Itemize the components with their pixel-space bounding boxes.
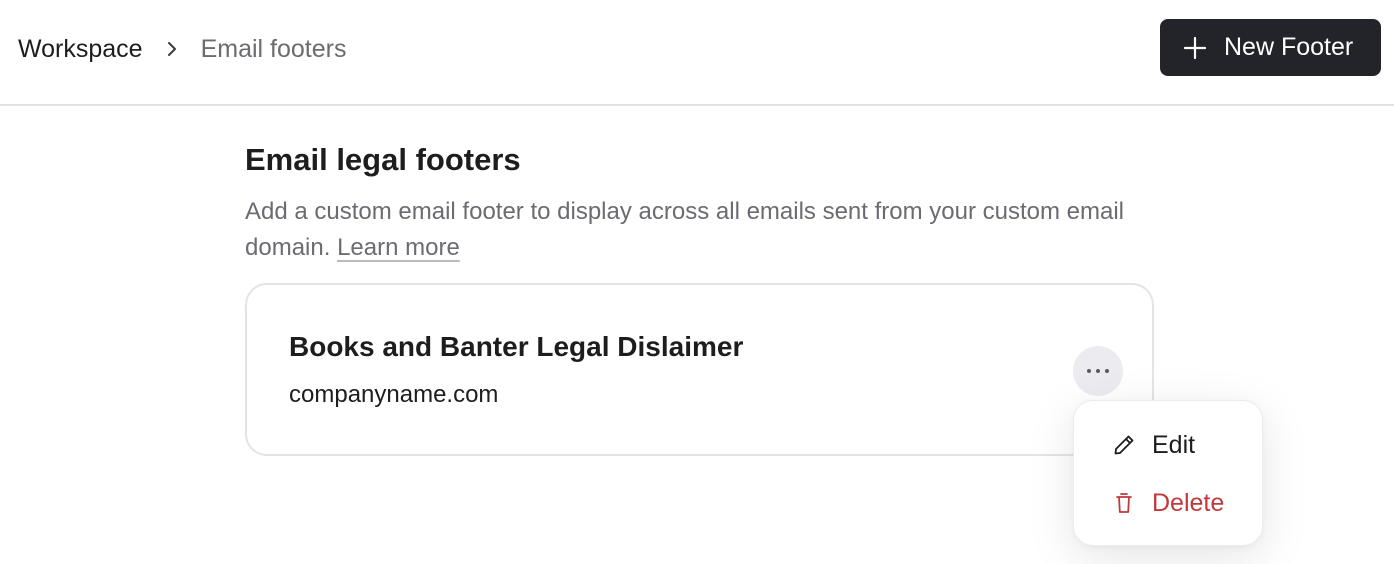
top-bar: Workspace Email footers New Footer [0, 0, 1394, 106]
new-footer-button-label: New Footer [1224, 33, 1354, 61]
pencil-icon [1112, 433, 1136, 457]
breadcrumb-current-page: Email footers [200, 34, 347, 63]
menu-item-delete[interactable]: Delete [1074, 478, 1264, 528]
breadcrumb-workspace-link[interactable]: Workspace [18, 35, 143, 64]
footer-card-title: Books and Banter Legal Dislaimer [289, 331, 744, 362]
trash-icon [1112, 491, 1136, 515]
main-content: Email legal footers Add a custom email f… [245, 140, 1155, 266]
more-horizontal-icon [1085, 368, 1111, 374]
new-footer-button[interactable]: New Footer [1160, 19, 1381, 76]
more-options-button[interactable] [1073, 346, 1123, 396]
menu-item-edit-label: Edit [1152, 430, 1196, 459]
menu-item-edit[interactable]: Edit [1074, 420, 1264, 470]
menu-item-delete-label: Delete [1152, 488, 1225, 517]
section-description: Add a custom email footer to display acr… [245, 194, 1145, 266]
footer-card[interactable]: Books and Banter Legal Dislaimer company… [245, 283, 1154, 456]
plus-icon [1182, 35, 1208, 61]
breadcrumb: Workspace Email footers [18, 33, 346, 65]
learn-more-link[interactable]: Learn more [337, 234, 460, 261]
chevron-right-icon [143, 33, 201, 65]
footer-card-domain: companyname.com [289, 381, 499, 408]
footer-actions-menu: Edit Delete [1073, 400, 1263, 546]
page-title: Email legal footers [245, 142, 521, 177]
